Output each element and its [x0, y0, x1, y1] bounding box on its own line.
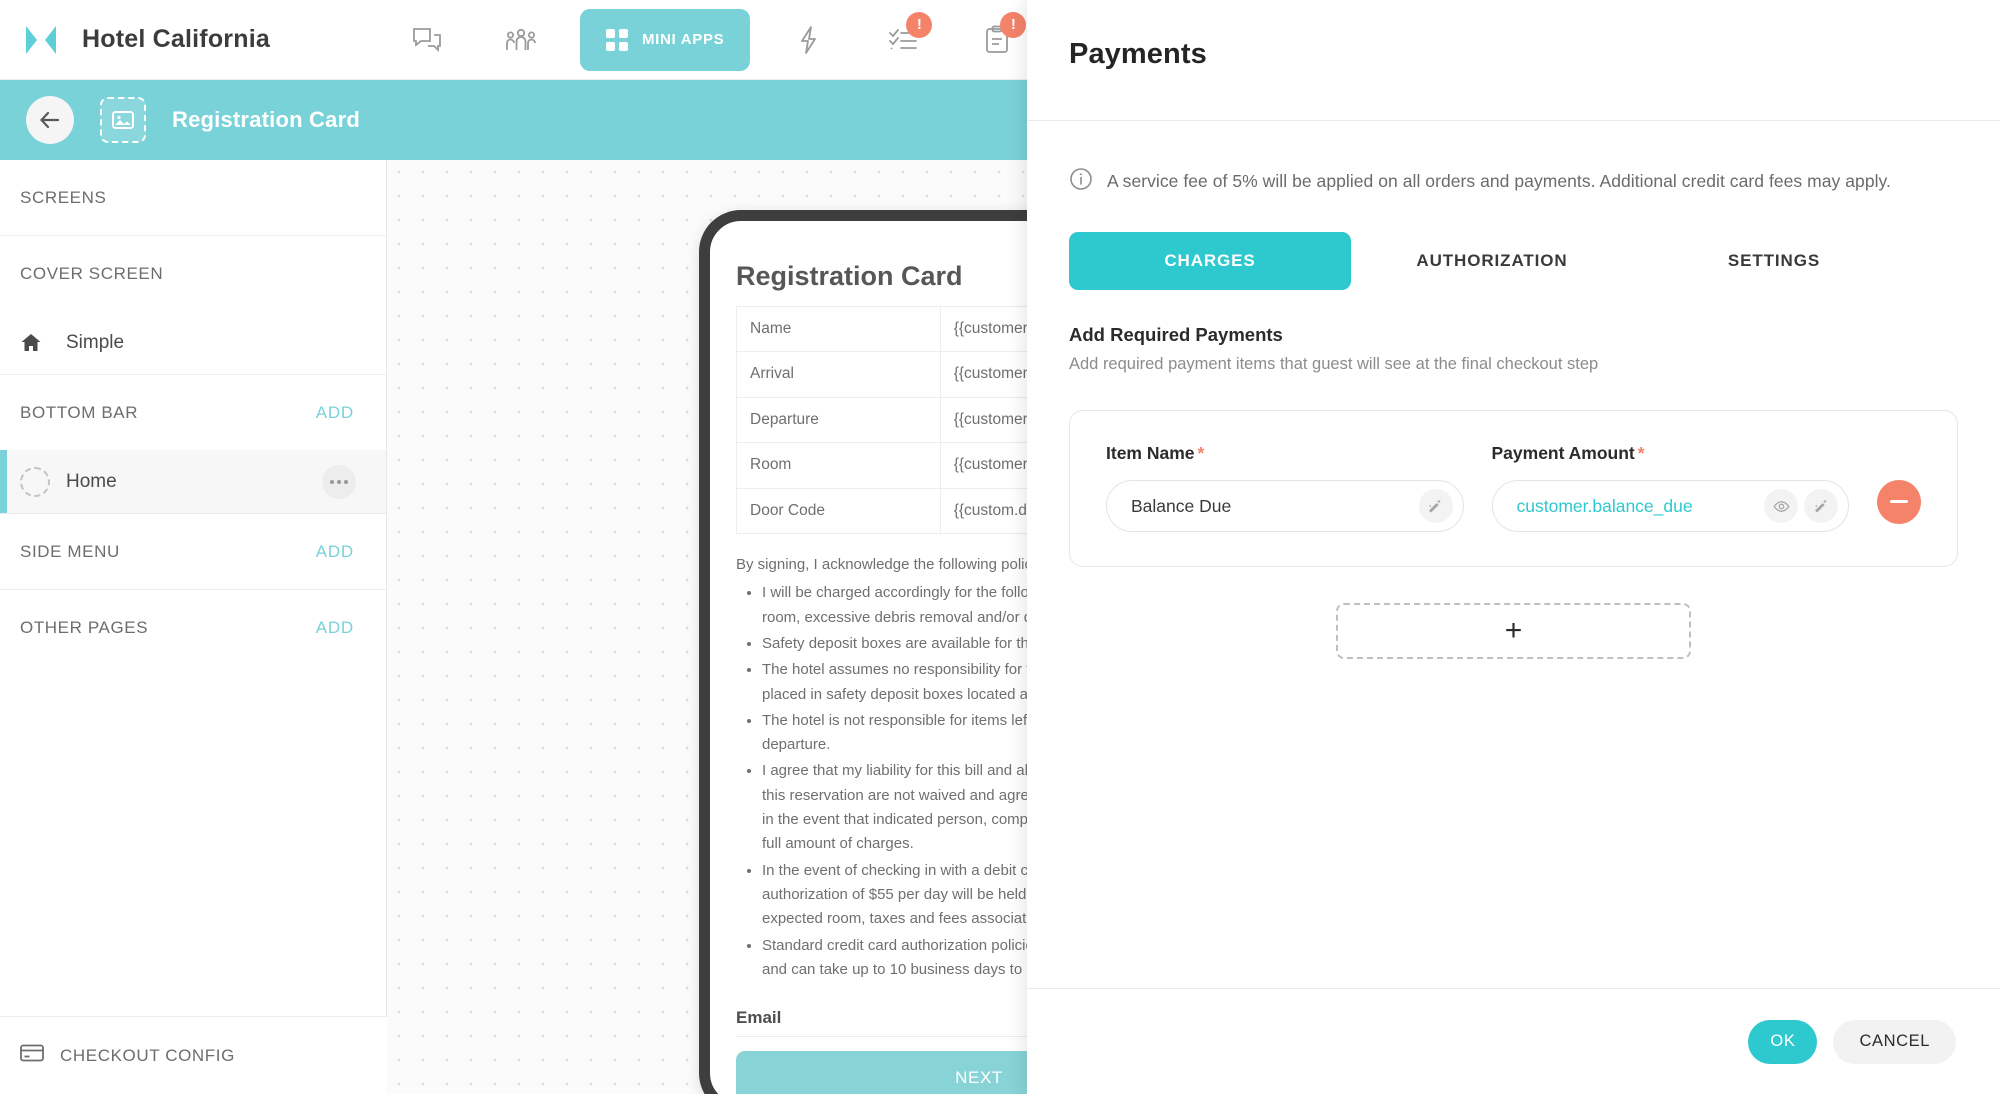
sidebar-section-add-side-menu[interactable]: ADD [316, 542, 354, 562]
remove-payment-item-button[interactable] [1877, 479, 1921, 524]
sidebar-item-label: Home [66, 470, 117, 492]
left-sidebar: SCREENS COVER SCREEN Simple BOTTOM BAR A… [0, 160, 387, 1094]
item-name-label-text: Item Name [1106, 443, 1195, 463]
sidebar-item-label: Simple [66, 331, 125, 353]
credit-card-icon [20, 1044, 44, 1067]
payments-panel: Payments A service fee of 5% will be app… [1027, 0, 2000, 1094]
required-marker: * [1197, 443, 1205, 463]
more-options-icon[interactable] [322, 464, 356, 499]
tab-authorization[interactable]: AUTHORIZATION [1351, 232, 1633, 290]
item-name-label: Item Name * [1106, 443, 1464, 464]
sidebar-section-label: SIDE MENU [20, 541, 120, 561]
payment-amount-value: customer.balance_due [1516, 495, 1693, 516]
home-icon [20, 333, 60, 353]
lightning-bolt-icon[interactable] [762, 10, 856, 70]
clipboard-badge: ! [1000, 11, 1027, 38]
required-marker: * [1637, 443, 1645, 463]
add-payment-item-button[interactable]: + [1336, 603, 1691, 659]
sidebar-section-label: OTHER PAGES [20, 617, 149, 637]
table-cell-key: Departure [736, 396, 941, 444]
sidebar-section-add-bottom-bar[interactable]: ADD [316, 403, 354, 423]
payments-panel-body: A service fee of 5% will be applied on a… [1027, 121, 2000, 988]
service-fee-notice: A service fee of 5% will be applied on a… [1069, 167, 1958, 196]
payments-title: Payments [1069, 38, 1207, 70]
item-name-field-group: Item Name * Balance Due [1106, 443, 1464, 532]
magic-wand-icon[interactable] [1804, 489, 1838, 523]
magic-wand-icon[interactable] [1418, 489, 1453, 523]
back-button[interactable] [26, 96, 74, 144]
sidebar-section-cover-screen: COVER SCREEN [0, 236, 386, 311]
checklist-badge: ! [906, 11, 933, 38]
mini-apps-label: MINI APPS [641, 31, 725, 48]
sidebar-item-simple[interactable]: Simple [0, 311, 386, 374]
plus-icon: + [1504, 614, 1523, 647]
sidebar-item-home[interactable]: Home [0, 450, 386, 513]
payments-panel-footer: OK CANCEL [1027, 988, 2000, 1094]
sidebar-section-add-other-pages[interactable]: ADD [316, 618, 354, 638]
table-cell-key: Arrival [736, 351, 941, 398]
table-cell-key: Door Code [736, 487, 941, 535]
add-required-payments-subtitle: Add required payment items that guest wi… [1069, 355, 1599, 373]
checkout-config-label: CHECKOUT CONFIG [60, 1045, 235, 1065]
table-cell-key: Name [736, 305, 941, 353]
item-name-input[interactable]: Balance Due [1106, 480, 1464, 532]
table-cell-key: Room [736, 442, 941, 489]
grid-squares-icon [605, 28, 628, 51]
sidebar-section-bottom-bar: BOTTOM BAR ADD [0, 375, 386, 450]
remove-minus-icon [1890, 500, 1908, 503]
top-nav: MINI APPS ! ! [380, 8, 1138, 71]
cancel-button[interactable]: CANCEL [1833, 1019, 1956, 1064]
sidebar-section-label: BOTTOM BAR [20, 402, 139, 422]
checkout-config-button[interactable]: CHECKOUT CONFIG [0, 1016, 387, 1094]
chat-bubbles-icon[interactable] [380, 10, 474, 70]
payment-item-card: Item Name * Balance Due Payment Amount *… [1069, 410, 1958, 567]
page-title: Registration Card [172, 107, 360, 132]
sidebar-section-label: SCREENS [20, 187, 107, 207]
payment-amount-label: Payment Amount * [1492, 443, 1850, 464]
brand-title: Hotel California [82, 25, 270, 53]
payment-amount-input[interactable]: customer.balance_due [1491, 480, 1849, 532]
dashed-circle-icon [20, 466, 60, 497]
tab-settings[interactable]: SETTINGS [1633, 232, 1915, 290]
payment-amount-label-text: Payment Amount [1491, 443, 1635, 463]
payments-tabs: CHARGES AUTHORIZATION SETTINGS [1069, 232, 1958, 290]
mini-apps-button[interactable]: MINI APPS [579, 8, 751, 71]
image-placeholder-icon[interactable] [100, 97, 146, 143]
sidebar-section-label: COVER SCREEN [20, 263, 164, 283]
add-required-payments-title: Add Required Payments [1069, 324, 1283, 345]
app-root: Hotel California MINI APPS ! ! Registrat… [0, 0, 2000, 1094]
hotel-brand-logo-icon[interactable] [22, 20, 60, 60]
item-name-value: Balance Due [1131, 495, 1232, 516]
sidebar-section-other-pages: OTHER PAGES ADD [0, 590, 386, 665]
payment-amount-field-group: Payment Amount * customer.balance_due [1491, 443, 1850, 532]
tab-charges[interactable]: CHARGES [1069, 232, 1351, 290]
checklist-icon[interactable]: ! [856, 10, 950, 70]
service-fee-text: A service fee of 5% will be applied on a… [1107, 171, 1891, 191]
eye-icon[interactable] [1764, 489, 1798, 523]
info-icon [1069, 167, 1093, 196]
sidebar-section-side-menu: SIDE MENU ADD [0, 514, 386, 589]
guests-group-icon[interactable] [474, 10, 568, 70]
sidebar-section-screens: SCREENS [0, 160, 386, 235]
payments-panel-header: Payments [1027, 0, 2000, 100]
ok-button[interactable]: OK [1748, 1019, 1818, 1064]
